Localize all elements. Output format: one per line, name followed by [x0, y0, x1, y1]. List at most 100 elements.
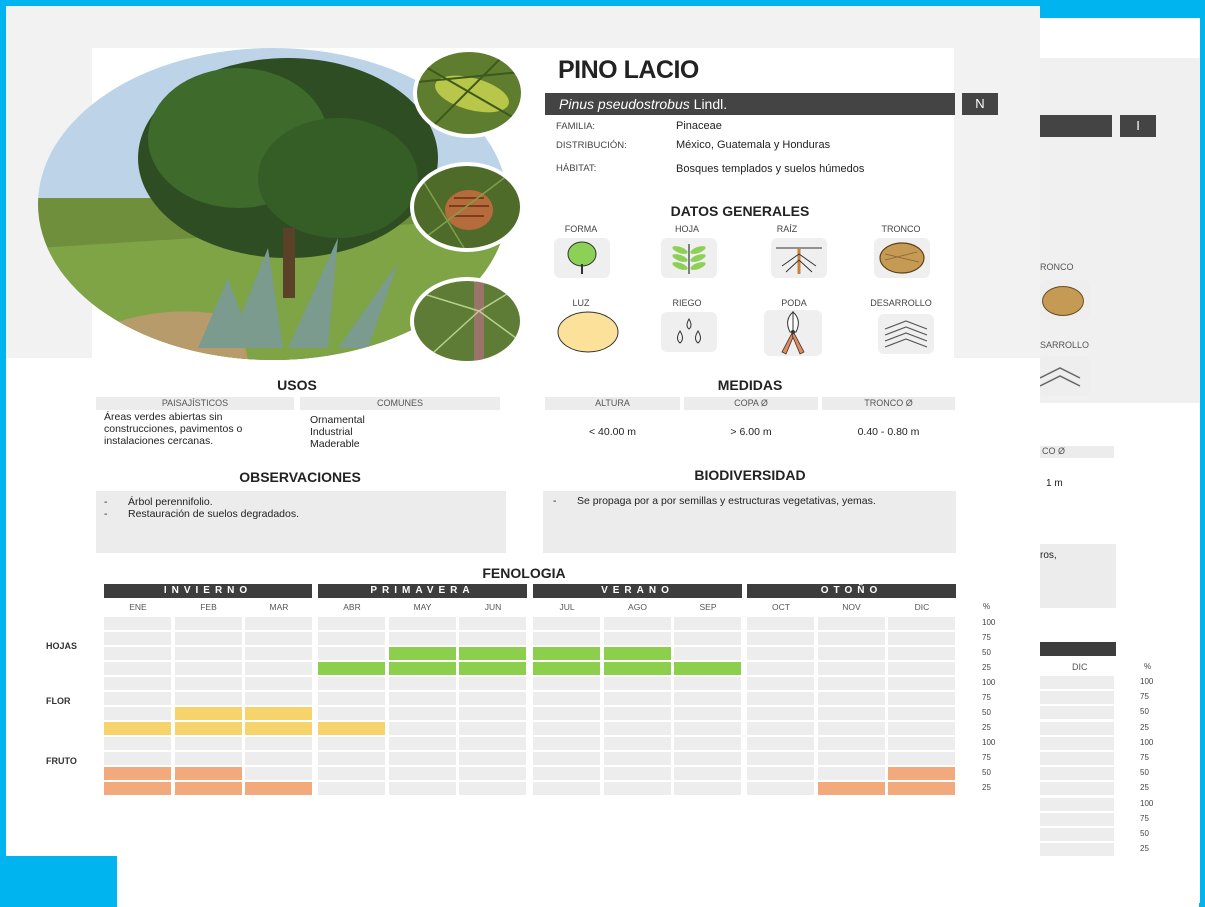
phenology-cell — [459, 632, 526, 645]
phenology-cell — [603, 782, 671, 795]
observaciones-item: - Árbol perennifolio. — [104, 496, 213, 508]
phenology-cell — [459, 647, 526, 660]
phenology-cell — [533, 632, 600, 645]
info-label-familia: FAMILIA: — [556, 121, 596, 132]
month-label: DIC — [914, 602, 930, 612]
origin-tag: N — [962, 93, 998, 115]
phenology-cell — [603, 737, 671, 750]
label-luz: LUZ — [572, 298, 590, 308]
phenology-cell — [674, 752, 741, 765]
phenology-cell — [533, 752, 600, 765]
phenology-cell — [533, 677, 600, 690]
phenology-cell — [533, 707, 600, 720]
usos-comun-item: Industrial — [310, 426, 353, 438]
phenology-cell — [104, 617, 171, 630]
biodiversidad-box: - Se propaga por a por semillas y estruct… — [543, 491, 956, 553]
phenology-cell — [174, 737, 242, 750]
background-bio-box: ros, — [1040, 544, 1116, 608]
growth-chevrons-icon — [878, 314, 934, 354]
info-value-distribucion: México, Guatemala y Honduras — [676, 139, 831, 151]
phenology-cell — [104, 647, 171, 660]
phenology-cell — [104, 767, 171, 780]
month-label: AGO — [628, 602, 647, 612]
phenology-cell — [533, 617, 600, 630]
season-header: OTOÑO — [747, 584, 956, 598]
phenology-cell — [459, 692, 526, 705]
phenology-cell — [817, 662, 885, 675]
background-grid-cell — [1040, 812, 1114, 826]
label-hoja: HOJA — [674, 224, 699, 234]
datos-generales-title: DATOS GENERALES — [670, 203, 810, 219]
background-col-tronco: CO Ø — [1040, 446, 1114, 458]
background-pct-label: 50 — [1140, 707, 1149, 717]
phenology-cell — [104, 692, 171, 705]
phenology-cell — [747, 737, 814, 750]
background-grid-cell — [1040, 782, 1114, 796]
phenology-cell — [817, 752, 885, 765]
background-grid-cell — [1040, 828, 1114, 841]
phenology-cell — [888, 752, 955, 765]
phenology-cell — [817, 767, 885, 780]
trunk-section-icon — [874, 238, 930, 278]
background-label-desarrollo: SARROLLO — [1040, 340, 1090, 350]
label-forma: FORMA — [564, 224, 598, 234]
season-header: INVIERNO — [104, 584, 312, 598]
light-icon — [554, 310, 622, 354]
phenology-cell — [747, 617, 814, 630]
usos-col-paisajisticos: PAISAJÍSTICOS — [96, 397, 294, 410]
month-label: FEB — [200, 602, 217, 612]
phenology-cell — [245, 767, 312, 780]
background-month-dic: DIC — [1072, 662, 1088, 672]
phenology-cell — [459, 782, 526, 795]
usos-comunes-list: Ornamental Industrial Maderable — [310, 414, 365, 450]
observaciones-box: - Árbol perennifolio. - Restauración de su… — [96, 491, 506, 553]
phenology-cell — [245, 662, 312, 675]
phenology-cell — [388, 737, 456, 750]
phenology-cell — [603, 677, 671, 690]
phenology-cell — [817, 632, 885, 645]
phenology-cell — [245, 677, 312, 690]
phenology-cell — [533, 662, 600, 675]
phenology-cell — [245, 737, 312, 750]
background-pct-label: 75 — [1140, 692, 1149, 702]
phenology-cell — [318, 722, 385, 735]
pct-level-label: 50 — [982, 648, 991, 657]
background-pct-label: 100 — [1140, 737, 1154, 747]
biodiversidad-title: BIODIVERSIDAD — [694, 467, 806, 483]
background-grid-cell — [1040, 706, 1114, 720]
background-pct-label: 75 — [1140, 753, 1149, 762]
observaciones-item: - Restauración de suelos degradados. — [104, 508, 300, 520]
month-label: SEP — [699, 602, 717, 612]
phenology-cell — [388, 707, 456, 720]
background-bio-text: ros, — [1040, 550, 1057, 561]
phenology-row-label: HOJAS — [46, 641, 78, 651]
phenology-cell — [817, 617, 885, 630]
background-tag: I — [1120, 115, 1156, 137]
phenology-cell — [533, 692, 600, 705]
medidas-tronco-value: 0.40 - 0.80 m — [857, 426, 920, 438]
phenology-cell — [245, 722, 312, 735]
phenology-cell — [318, 647, 385, 660]
phenology-cell — [388, 617, 456, 630]
background-grid-cell — [1040, 767, 1114, 781]
phenology-cell — [174, 767, 242, 780]
phenology-cell — [674, 617, 741, 630]
info-value-habitat: Bosques templados y suelos húmedos — [676, 163, 865, 175]
usos-title: USOS — [277, 377, 317, 393]
phenology-cell — [817, 722, 885, 735]
phenology-cell — [245, 707, 312, 720]
phenology-cell — [817, 647, 885, 660]
observaciones-title: OBSERVACIONES — [239, 469, 361, 485]
month-label: JUL — [559, 602, 575, 612]
phenology-cell — [747, 647, 814, 660]
phenology-cell — [603, 722, 671, 735]
phenology-cell — [318, 677, 385, 690]
phenology-cell — [104, 752, 171, 765]
label-tronco: TRONCO — [881, 224, 921, 234]
background-pct-label: 50 — [1140, 829, 1149, 838]
medidas-altura-value: < 40.00 m — [589, 426, 636, 438]
root-icon — [771, 238, 827, 278]
phenology-cell — [603, 692, 671, 705]
month-label: OCT — [772, 602, 790, 612]
phenology-cell — [388, 782, 456, 795]
